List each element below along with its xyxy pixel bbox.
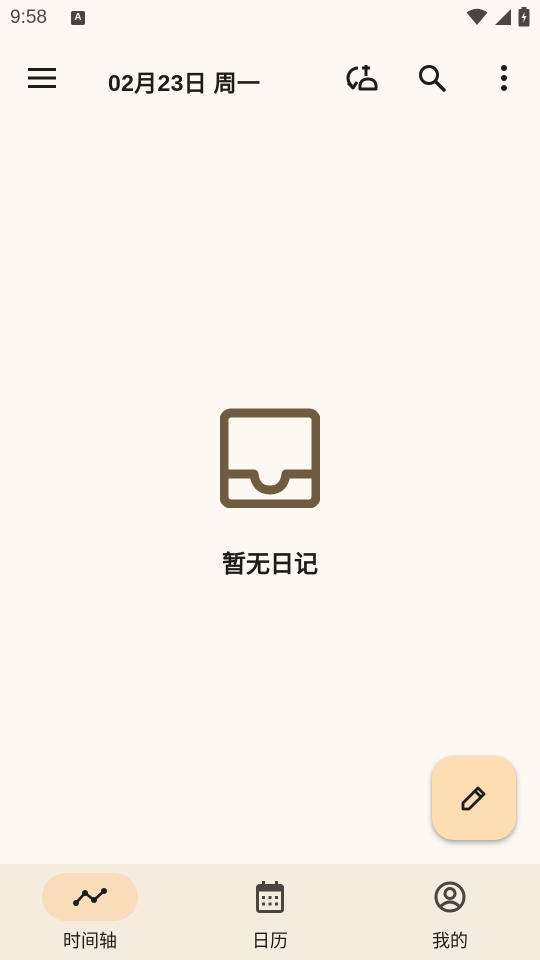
nav-item-timeline[interactable]: 时间轴 xyxy=(0,864,180,960)
nav-item-profile[interactable]: 我的 xyxy=(360,864,540,960)
battery-charging-icon xyxy=(518,7,530,27)
nav-label: 日历 xyxy=(252,931,288,952)
signal-icon xyxy=(495,9,511,25)
account-icon xyxy=(434,881,466,913)
menu-button[interactable] xyxy=(18,54,66,102)
nav-icon-container xyxy=(402,873,498,921)
search-button[interactable] xyxy=(408,54,456,102)
notification-icon: A xyxy=(71,11,85,25)
empty-state-label: 暂无日记 xyxy=(222,550,318,578)
nav-icon-container xyxy=(222,873,318,921)
status-icons xyxy=(466,7,530,27)
nav-active-indicator xyxy=(42,873,138,921)
more-vert-icon xyxy=(501,65,507,91)
new-entry-fab[interactable] xyxy=(432,756,516,840)
search-icon xyxy=(419,65,446,92)
top-app-bar: 02月23日 周一 xyxy=(0,44,540,112)
sync-button[interactable] xyxy=(338,54,386,102)
nav-label: 我的 xyxy=(432,931,468,952)
status-time: 9:58 xyxy=(10,7,47,28)
page-title[interactable]: 02月23日 周一 xyxy=(108,64,260,98)
status-bar: 9:58 A xyxy=(0,0,540,36)
wifi-icon xyxy=(466,8,488,25)
more-options-button[interactable] xyxy=(480,54,528,102)
timeline-icon xyxy=(73,888,107,906)
bottom-navigation: 时间轴 日历 我的 xyxy=(0,864,540,960)
menu-icon xyxy=(28,68,56,88)
inbox-icon xyxy=(219,408,321,509)
empty-state: 暂无日记 xyxy=(0,408,540,579)
calendar-icon xyxy=(256,881,284,913)
nav-item-calendar[interactable]: 日历 xyxy=(180,864,360,960)
edit-icon xyxy=(461,786,486,811)
sync-icon xyxy=(346,65,378,91)
nav-label: 时间轴 xyxy=(63,931,117,952)
